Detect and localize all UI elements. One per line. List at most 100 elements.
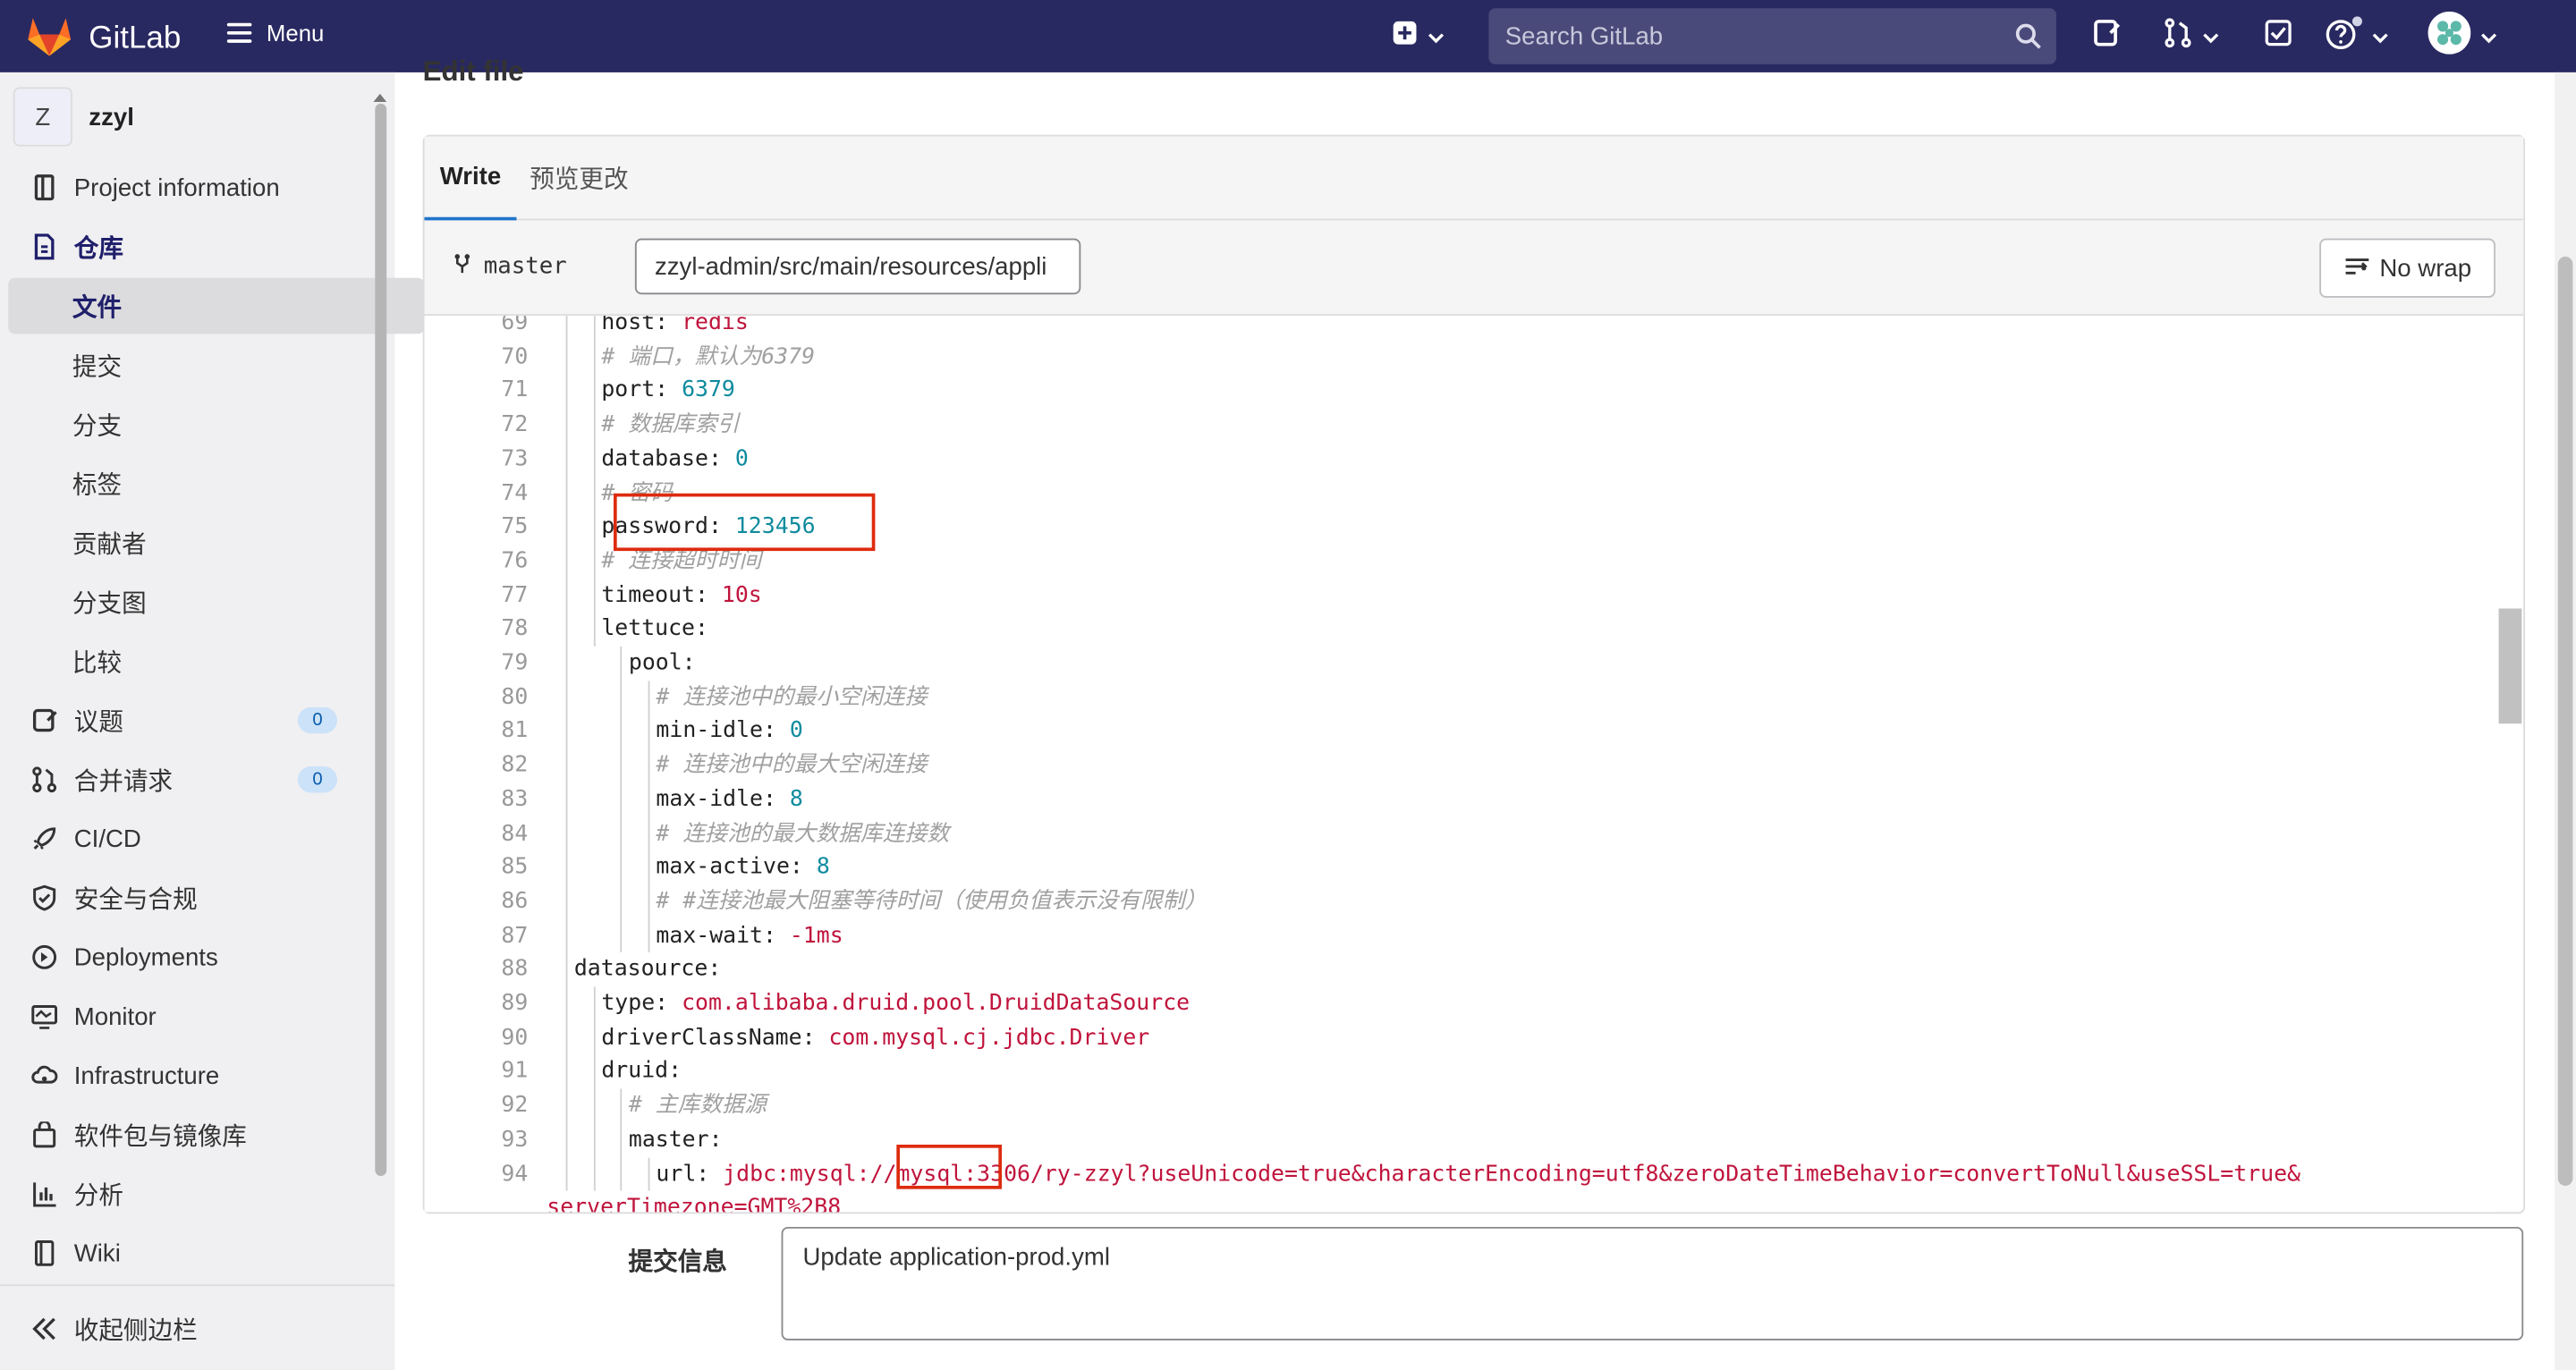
code-line: 72 # 数据库索引 xyxy=(424,408,2496,442)
sidebar-item-security[interactable]: 安全与合规 xyxy=(8,870,360,926)
hamburger-icon xyxy=(226,22,252,43)
file-path-input[interactable] xyxy=(634,238,1081,295)
page-scrollbar-thumb[interactable] xyxy=(2557,256,2573,1186)
sidebar-item-label: 合并请求 xyxy=(73,766,174,796)
sidebar-item-deployments[interactable]: Deployments xyxy=(8,929,360,985)
avatar xyxy=(2428,11,2471,61)
line-number: 89 xyxy=(501,990,529,1017)
line-number: 72 xyxy=(501,410,529,438)
gitlab-logo[interactable]: GitLab xyxy=(26,13,181,64)
chevron-down-icon xyxy=(2372,21,2388,52)
line-text: max-active: 8 xyxy=(656,853,830,881)
sidebar-item-contributors[interactable]: 贡献者 xyxy=(8,515,424,571)
line-text: datasource: xyxy=(573,956,722,983)
sidebar-item-analytics[interactable]: 分析 xyxy=(8,1166,360,1222)
sidebar-item-files[interactable]: 文件 xyxy=(8,277,425,334)
sidebar-scrollbar[interactable] xyxy=(375,103,387,1176)
sidebar-item-monitor[interactable]: Monitor xyxy=(8,988,360,1044)
code-line: 77 timeout: 10s xyxy=(424,579,2496,613)
indent-guide xyxy=(620,1088,623,1191)
line-number: 79 xyxy=(501,649,529,676)
line-number: 90 xyxy=(501,1024,529,1051)
collapse-sidebar-button[interactable]: 收起侧边栏 xyxy=(0,1284,395,1370)
code-editor-area[interactable]: 69 host: redis 70 # 端口，默认为6379 71 port: 6379 7… xyxy=(424,316,2497,1213)
line-text: max-idle: 8 xyxy=(656,785,803,813)
user-menu[interactable] xyxy=(2428,11,2497,61)
line-number: 87 xyxy=(501,921,529,949)
editor-scrollbar-thumb[interactable] xyxy=(2498,608,2522,724)
sidebar-item-label: 仓库 xyxy=(73,234,123,263)
indent-guide xyxy=(648,680,650,953)
sidebar-item-infrastructure[interactable]: Infrastructure xyxy=(8,1048,360,1104)
code-line: 78 lettuce: xyxy=(424,613,2496,647)
password-highlight-box xyxy=(613,493,876,552)
no-wrap-button[interactable]: No wrap xyxy=(2319,238,2496,298)
new-item-dropdown[interactable] xyxy=(1392,20,1445,53)
tab-preview-changes[interactable]: 预览更改 xyxy=(530,137,628,219)
sidebar-item-tags[interactable]: 标签 xyxy=(8,455,424,512)
project-header[interactable]: Z zzyl xyxy=(13,87,134,147)
code-line: 87 max-wait: -1ms xyxy=(424,918,2496,952)
brand-name: GitLab xyxy=(89,20,182,55)
help-dropdown[interactable] xyxy=(2326,16,2388,53)
line-text: # 连接池的最大数据库连接数 xyxy=(656,819,950,847)
sidebar-item-packages[interactable]: 软件包与镜像库 xyxy=(8,1107,360,1163)
code-line: 94 url: jdbc:mysql://mysql:3306/ry-zzyl?u… xyxy=(424,1157,2496,1191)
line-number: 88 xyxy=(501,956,529,983)
line-number: 77 xyxy=(501,581,529,608)
menu-label: Menu xyxy=(266,20,325,47)
file-toolbar: master No wrap xyxy=(424,220,2524,317)
sidebar-item-ci-cd[interactable]: CI/CD xyxy=(8,811,360,867)
top-navigation-bar: GitLab Menu xyxy=(0,0,2576,72)
indent-guide xyxy=(620,646,623,953)
page-title: Edit file xyxy=(422,55,524,88)
search-input[interactable] xyxy=(1488,20,2003,52)
chart-icon xyxy=(30,1180,59,1209)
sidebar-item-issues[interactable]: 议题 0 xyxy=(8,692,360,748)
indent-guide xyxy=(648,1156,650,1191)
code-line: 92 # 主库数据源 xyxy=(424,1089,2496,1123)
sidebar-item-commits[interactable]: 提交 xyxy=(8,337,424,393)
code-line: 93 master: xyxy=(424,1123,2496,1157)
sidebar-item-graph[interactable]: 分支图 xyxy=(8,574,424,630)
branch-icon xyxy=(454,253,470,279)
line-text: timeout: 10s xyxy=(601,581,762,608)
sidebar-item-compare[interactable]: 比较 xyxy=(8,633,424,689)
plus-square-icon xyxy=(1392,20,1418,53)
page-scrollbar[interactable] xyxy=(2555,72,2576,1370)
tab-write[interactable]: Write xyxy=(424,137,517,221)
sidebar-item-wiki[interactable]: Wiki xyxy=(8,1225,360,1281)
line-number: 81 xyxy=(501,717,529,744)
sidebar-item-label: 标签 xyxy=(72,470,123,500)
issues-nav-button[interactable] xyxy=(2092,20,2122,53)
chevron-down-icon xyxy=(2480,21,2497,52)
search-box[interactable] xyxy=(1488,8,2056,64)
merge-request-icon xyxy=(2163,18,2192,54)
todos-nav-button[interactable] xyxy=(2264,20,2293,53)
code-line: 73 database: 0 xyxy=(424,442,2496,476)
merge-requests-nav-button[interactable] xyxy=(2163,18,2219,54)
merge-request-icon xyxy=(30,765,59,794)
sidebar-item-repository[interactable]: 仓库 xyxy=(8,219,360,275)
scroll-up-arrow-icon[interactable] xyxy=(372,79,388,110)
line-text: pool: xyxy=(628,649,696,676)
sidebar-item-project-information[interactable]: Project information xyxy=(8,159,360,216)
sidebar-item-label: Monitor xyxy=(73,1002,157,1031)
sidebar-item-branches[interactable]: 分支 xyxy=(8,396,424,452)
line-text: type: com.alibaba.druid.pool.DruidDataSo… xyxy=(601,990,1191,1017)
sidebar-item-label: 比较 xyxy=(72,648,123,677)
book-icon xyxy=(30,1239,59,1268)
chevron-down-icon xyxy=(2203,21,2219,52)
tanuki-icon xyxy=(26,13,72,64)
branch-indicator: master xyxy=(454,253,567,280)
line-number: 69 xyxy=(501,316,529,336)
line-text: # 端口，默认为6379 xyxy=(601,342,816,370)
project-name: zzyl xyxy=(89,102,134,131)
sidebar-item-merge-requests[interactable]: 合并请求 0 xyxy=(8,751,360,808)
code-line: 88 datasource: xyxy=(424,952,2496,986)
code-line: 70 # 端口，默认为6379 xyxy=(424,340,2496,374)
commit-message-input[interactable] xyxy=(781,1226,2524,1340)
line-number: 70 xyxy=(501,342,529,370)
sidebar-item-label: 分析 xyxy=(73,1181,123,1210)
menu-button[interactable]: Menu xyxy=(226,20,325,47)
